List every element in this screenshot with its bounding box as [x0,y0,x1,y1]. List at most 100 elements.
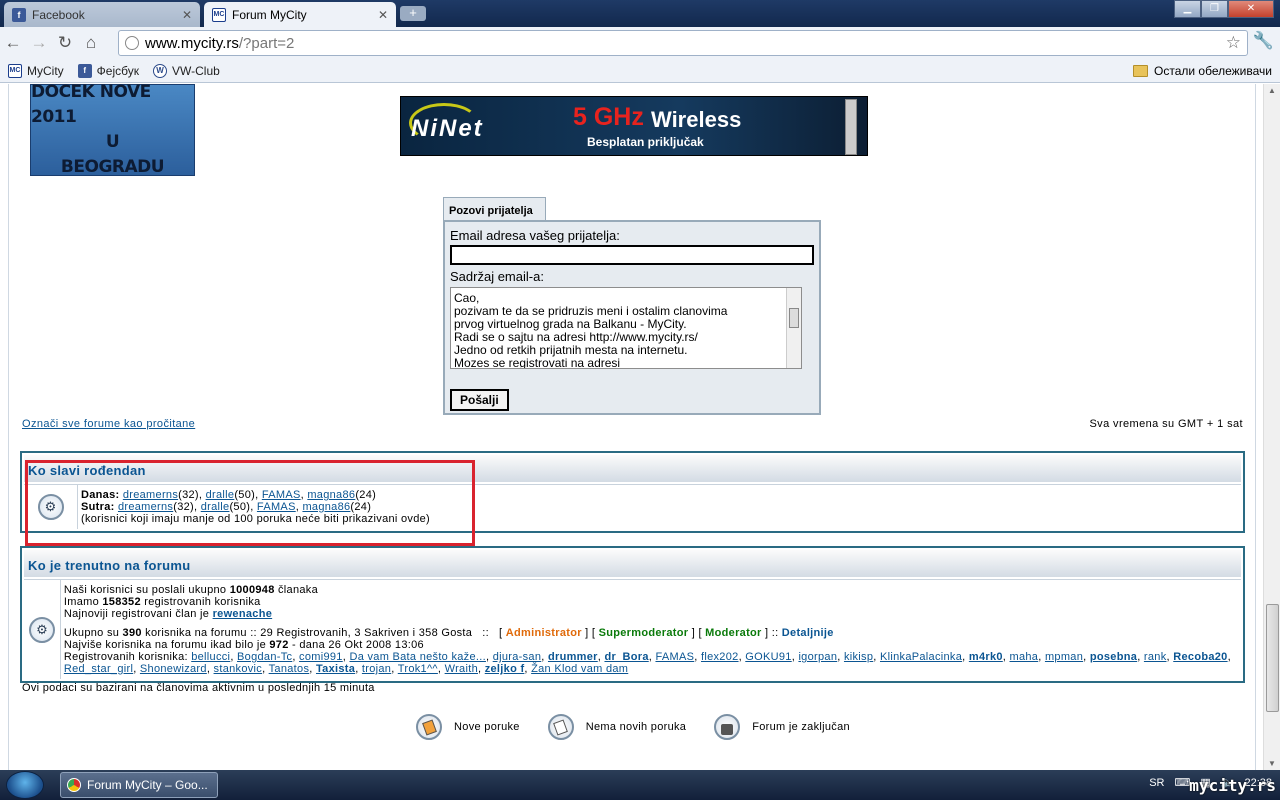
online-user-link[interactable]: stankovic [214,663,263,675]
online-user-link[interactable]: Da vam Bata nešto kaže... [349,651,486,663]
new-year-banner[interactable]: DOCEK NOVE 2011 U BEOGRADU [30,84,195,177]
user-link[interactable]: dralle [201,501,230,513]
online-user-link[interactable]: Žan Klod vam dam [531,663,628,675]
birthday-note: (korisnici koji imaju manje od 100 poruk… [81,513,431,525]
online-user-link[interactable]: Taxista [316,663,355,675]
bookmark-vw-club[interactable]: W VW-Club [153,63,220,78]
online-user-link[interactable]: maha [1010,651,1039,663]
user-link[interactable]: dreamerns [118,501,173,513]
window-close-button[interactable]: ✕ [1228,0,1274,18]
user-link[interactable]: FAMAS [262,489,301,501]
online-user-link[interactable]: Tanatos [269,663,310,675]
close-icon[interactable]: ✕ [378,8,388,22]
wrench-icon[interactable]: 🔧 [1253,31,1274,51]
user-link[interactable]: dreamerns [123,489,178,501]
text: registrovanih korisnika [140,596,261,608]
online-user-link[interactable]: Red_star_girl [64,663,133,675]
start-button[interactable] [6,771,44,799]
online-user-link[interactable]: GOKU91 [745,651,791,663]
bookmarks-bar: MC MyCity f Фејсбук W VW-Club Остали обе… [0,59,1280,83]
friend-email-field[interactable] [450,245,814,265]
online-user-link[interactable]: Shonewizard [140,663,207,675]
record-row: Najviše korisnika na forumu ikad bilo je… [64,639,1238,651]
page-viewport: DOCEK NOVE 2011 U BEOGRADU NiNet 5 GHz W… [0,84,1280,770]
online-user-link[interactable]: mpman [1045,651,1083,663]
legend-item: Nove poruke [416,714,520,740]
total-count: 390 [122,627,142,639]
email-content-textarea[interactable]: Cao, pozivam te da se pridruzis meni i o… [450,287,802,369]
online-user-link[interactable]: zeljko f [485,663,525,675]
online-user-link[interactable]: djura-san [493,651,542,663]
legend-item: Forum je zaključan [714,714,850,740]
scroll-thumb[interactable] [1266,604,1279,712]
page-scrollbar[interactable]: ▲ ▼ [1263,84,1280,770]
online-user-link[interactable]: m4rk0 [969,651,1003,663]
online-user-link[interactable]: kikisp [844,651,873,663]
vw-icon: W [153,63,167,78]
record-count: 972 [269,639,289,651]
newest-user-link[interactable]: rewenache [213,608,273,620]
online-user-link[interactable]: trojan [362,663,391,675]
online-user-link[interactable]: posebna [1090,651,1137,663]
online-user-link[interactable]: KlinkaPalacinka [880,651,962,663]
maximize-button[interactable]: ❐ [1201,0,1228,18]
user-link[interactable]: magna86 [307,489,355,501]
tab-facebook[interactable]: f Facebook ✕ [4,2,200,27]
online-user-link[interactable]: rank [1144,651,1167,663]
taskbar-chrome-item[interactable]: Forum MyCity – Goo... [60,772,218,798]
keyboard-icon[interactable]: ⌨ [1174,776,1190,789]
tomorrow-label: Sutra: [81,501,115,513]
antenna-icon [845,99,857,155]
ninet-logo: NiNet [411,115,484,142]
online-user-link[interactable]: Wraith [445,663,478,675]
close-icon[interactable]: ✕ [182,8,192,22]
textarea-scrollbar[interactable] [786,288,801,368]
online-user-link[interactable]: bellucci [191,651,230,663]
legend-label: Forum je zaključan [752,721,850,733]
online-user-link[interactable]: Recoba20 [1173,651,1227,663]
home-icon[interactable]: ⌂ [78,33,104,53]
birthday-icon-cell: ⚙ [24,485,78,529]
minimize-button[interactable]: ▁ [1174,0,1201,18]
page-content: DOCEK NOVE 2011 U BEOGRADU NiNet 5 GHz W… [8,84,1256,770]
user-link[interactable]: FAMAS [257,501,296,513]
online-user-link[interactable]: Trok1^^ [398,663,438,675]
back-icon[interactable]: ← [0,33,26,53]
online-user-link[interactable]: flex202 [701,651,739,663]
scroll-down-icon[interactable]: ▼ [1268,759,1276,768]
address-bar[interactable]: www.mycity.rs /?part=2 ☆ [118,30,1248,56]
bookmark-label: Фејсбук [96,63,139,78]
bookmark-facebook[interactable]: f Фејсбук [77,63,139,78]
online-user-link[interactable]: dr_Bora [604,651,648,663]
tab-mycity[interactable]: MC Forum MyCity ✕ [204,2,396,27]
browser-toolbar: ← → ↻ ⌂ www.mycity.rs /?part=2 ☆ 🔧 [0,27,1280,59]
send-button[interactable]: Pošalji [450,389,509,411]
scroll-up-icon[interactable]: ▲ [1268,86,1276,95]
online-user-link[interactable]: FAMAS [655,651,694,663]
reload-icon[interactable]: ↻ [52,33,78,53]
icon-legend: Nove poruke Nema novih poruka Forum je z… [9,714,1257,740]
user-link[interactable]: dralle [206,489,235,501]
posts-row: Naši korisnici su poslali ukupno 1000948… [64,584,1238,596]
taskbar-item-label: Forum MyCity – Goo... [87,778,208,792]
online-user-link[interactable]: Bogdan-Tc [237,651,292,663]
mark-forums-read-link[interactable]: Označi sve forume kao pročitane [22,418,195,430]
scroll-thumb[interactable] [789,308,799,328]
new-tab-button[interactable]: + [400,6,426,21]
bookmark-star-icon[interactable]: ☆ [1226,33,1241,53]
user-link[interactable]: magna86 [302,501,350,513]
other-bookmarks[interactable]: Остали обележивачи [1133,64,1272,78]
mycity-icon: MC [212,7,226,22]
bookmark-mycity[interactable]: MC MyCity [8,63,64,78]
online-user-link[interactable]: comi991 [299,651,343,663]
post-count: (24) [350,501,372,513]
online-user-link[interactable]: drummer [548,651,598,663]
post-count: (50) [234,489,256,501]
language-indicator[interactable]: SR [1149,777,1164,789]
text: - dana 26 Okt 2008 13:06 [288,639,424,651]
online-user-link[interactable]: igorpan [798,651,837,663]
forward-icon[interactable]: → [26,33,52,53]
birthday-box: Ko slavi rođendan ⚙ Danas: dreamerns(32)… [20,451,1245,533]
details-link[interactable]: Detaljnije [782,627,834,639]
ninet-banner[interactable]: NiNet 5 GHz Wireless Besplatan priključa… [400,96,868,156]
